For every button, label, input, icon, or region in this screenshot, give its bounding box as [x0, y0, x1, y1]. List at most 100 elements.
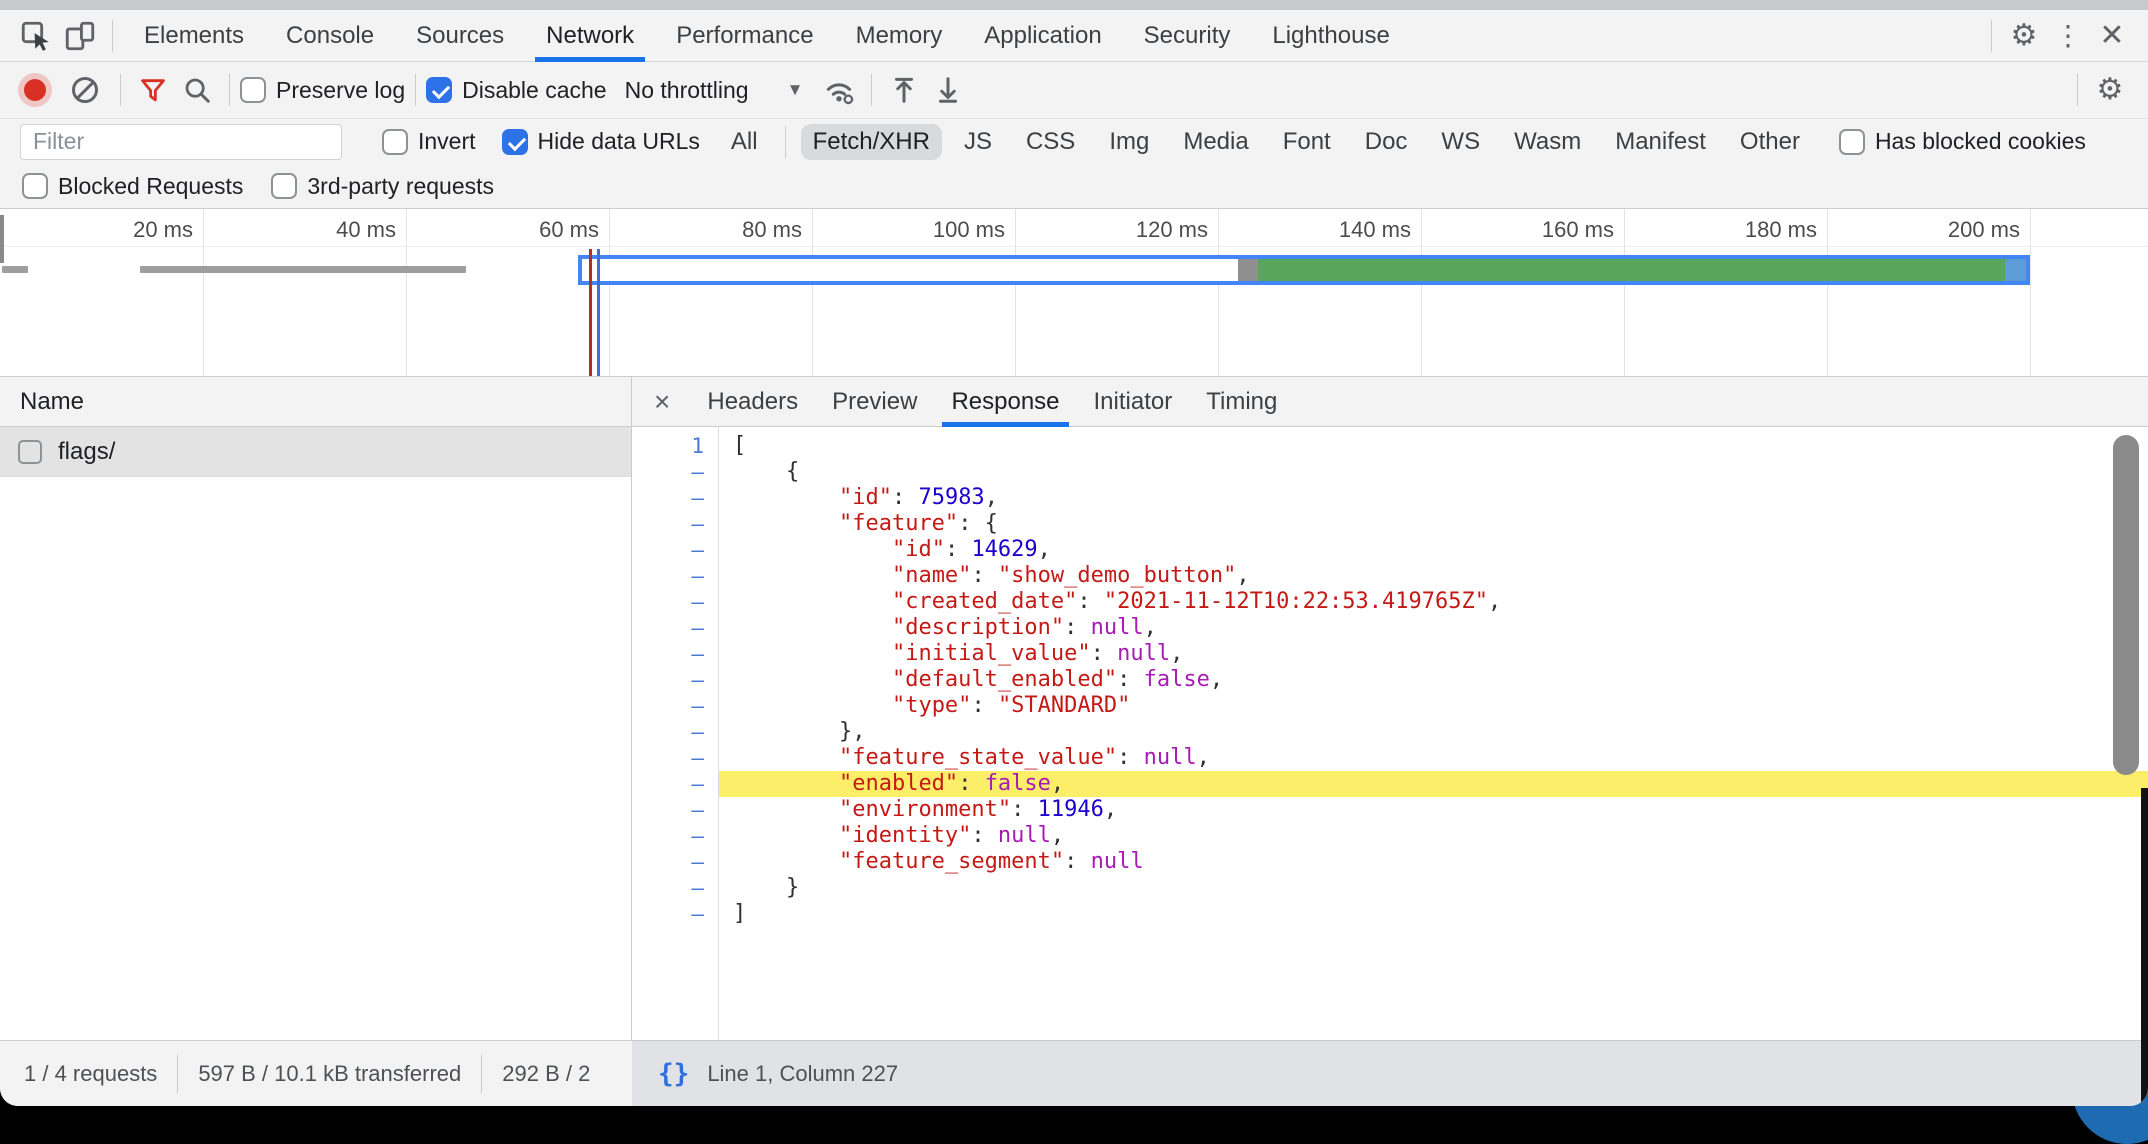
timeline-tick-label: 20 ms [43, 217, 193, 243]
line-number: – [632, 563, 718, 589]
network-settings-gear-icon[interactable]: ⚙ [2088, 68, 2132, 112]
throttling-select[interactable]: No throttling ▼ [625, 77, 804, 104]
panel-tab-performance[interactable]: Performance [655, 10, 834, 62]
waterfall-segment-waiting [582, 259, 1238, 281]
request-waterfall-bar [140, 266, 466, 273]
invert-label: Invert [418, 128, 476, 155]
settings-gear-icon[interactable]: ⚙ [2002, 14, 2046, 58]
response-line: – "id": 75983, [632, 485, 2148, 511]
network-overview-timeline[interactable]: 20 ms40 ms60 ms80 ms100 ms120 ms140 ms16… [0, 209, 2148, 377]
separator [2077, 74, 2078, 106]
preserve-log-checkbox[interactable]: Preserve log [240, 77, 405, 104]
request-waterfall-bar [2, 266, 28, 273]
request-checkbox[interactable] [18, 440, 42, 464]
checkbox [271, 173, 297, 199]
response-line: – "initial_value": null, [632, 641, 2148, 667]
devtools-window: ElementsConsoleSourcesNetworkPerformance… [0, 0, 2148, 1106]
panel-tab-lighthouse[interactable]: Lighthouse [1251, 10, 1410, 62]
separator [1991, 20, 1992, 52]
filter-type-other[interactable]: Other [1728, 124, 1812, 160]
requests-count-summary: 1 / 4 requests [24, 1061, 157, 1087]
filter-type-font[interactable]: Font [1271, 124, 1343, 160]
panel-tab-memory[interactable]: Memory [835, 10, 964, 62]
panel-tab-elements[interactable]: Elements [123, 10, 265, 62]
blocked-requests-label: Blocked Requests [58, 173, 243, 200]
line-content: "initial_value": null, [718, 641, 2148, 667]
invert-checkbox[interactable]: Invert [382, 128, 476, 155]
screen: ElementsConsoleSourcesNetworkPerformance… [0, 0, 2148, 1106]
checkbox [22, 173, 48, 199]
timeline-tick-label: 100 ms [855, 217, 1005, 243]
filter-type-wasm[interactable]: Wasm [1502, 124, 1593, 160]
panel-tab-application[interactable]: Application [963, 10, 1122, 62]
resources-summary: 292 B / 2 [502, 1061, 590, 1087]
line-content: "feature_segment": null [718, 849, 2148, 875]
import-har-icon[interactable] [882, 68, 926, 112]
third-party-requests-checkbox[interactable]: 3rd-party requests [271, 173, 494, 200]
detail-tab-headers[interactable]: Headers [690, 377, 815, 427]
pretty-print-braces-icon[interactable]: {} [658, 1059, 689, 1089]
filter-funnel-icon[interactable] [131, 68, 175, 112]
line-content: "environment": 11946, [718, 797, 2148, 823]
line-number: – [632, 849, 718, 875]
panel-tab-console[interactable]: Console [265, 10, 395, 62]
detail-tab-initiator[interactable]: Initiator [1077, 377, 1190, 427]
line-content: "id": 75983, [718, 485, 2148, 511]
detail-tab-timing[interactable]: Timing [1189, 377, 1294, 427]
timeline-tick-label: 180 ms [1667, 217, 1817, 243]
detail-tab-response[interactable]: Response [934, 377, 1076, 427]
close-detail-icon[interactable]: × [632, 386, 690, 418]
timeline-tick-label: 60 ms [449, 217, 599, 243]
request-row-flags[interactable]: flags/ [0, 427, 631, 477]
line-content: "description": null, [718, 615, 2148, 641]
line-content: "created_date": "2021-11-12T10:22:53.419… [718, 589, 2148, 615]
response-line: – "default_enabled": false, [632, 667, 2148, 693]
disable-cache-checkbox[interactable]: Disable cache [426, 77, 606, 104]
panel-tab-sources[interactable]: Sources [395, 10, 525, 62]
line-number: – [632, 797, 718, 823]
detail-tab-preview[interactable]: Preview [815, 377, 934, 427]
response-line: – } [632, 875, 2148, 901]
blocked-requests-checkbox[interactable]: Blocked Requests [22, 173, 243, 200]
hide-data-urls-checkbox[interactable]: Hide data URLs [502, 128, 700, 155]
filter-type-fetch-xhr[interactable]: Fetch/XHR [801, 124, 942, 160]
has-blocked-cookies-checkbox[interactable]: Has blocked cookies [1839, 128, 2086, 155]
response-line: –] [632, 901, 2148, 927]
export-har-icon[interactable] [926, 68, 970, 112]
filter-type-ws[interactable]: WS [1429, 124, 1492, 160]
line-number: – [632, 693, 718, 719]
name-column-header[interactable]: Name [0, 377, 631, 427]
line-content: } [718, 875, 2148, 901]
filter-type-js[interactable]: JS [952, 124, 1004, 160]
device-toolbar-icon[interactable] [58, 14, 102, 58]
panel-tab-network[interactable]: Network [525, 10, 655, 62]
vertical-scrollbar-thumb[interactable] [2113, 435, 2139, 775]
waterfall-segment-finish [2005, 259, 2026, 281]
more-options-kebab-icon[interactable]: ⋮ [2046, 14, 2090, 58]
checkbox [426, 77, 452, 103]
network-filter-bar: Invert Hide data URLs All Fetch/XHR JS CSS I… [0, 119, 2148, 164]
timeline-edge-bar [0, 215, 4, 263]
waterfall-segment-download [1258, 259, 2005, 281]
line-number: 1 [632, 433, 718, 459]
line-content: ] [718, 901, 2148, 927]
filter-type-manifest[interactable]: Manifest [1603, 124, 1718, 160]
response-line: – "id": 14629, [632, 537, 2148, 563]
record-network-log-button[interactable] [24, 79, 46, 101]
close-devtools-icon[interactable]: ✕ [2090, 14, 2134, 58]
filter-type-img[interactable]: Img [1097, 124, 1161, 160]
filter-type-all[interactable]: All [719, 124, 770, 160]
line-number: – [632, 537, 718, 563]
filter-input[interactable] [20, 124, 342, 160]
network-conditions-wifi-icon[interactable] [817, 68, 861, 112]
request-detail-pane: × HeadersPreviewResponseInitiatorTiming … [632, 377, 2148, 1040]
filter-type-doc[interactable]: Doc [1353, 124, 1420, 160]
response-body-viewer[interactable]: 1[– {– "id": 75983,– "feature": {– "id":… [632, 427, 2148, 1040]
clear-network-log-icon[interactable] [72, 77, 98, 103]
filter-type-media[interactable]: Media [1171, 124, 1260, 160]
filter-type-css[interactable]: CSS [1014, 124, 1087, 160]
inspect-element-icon[interactable] [14, 14, 58, 58]
requests-list-pane: Name flags/ [0, 377, 632, 1040]
search-icon[interactable] [175, 68, 219, 112]
panel-tab-security[interactable]: Security [1123, 10, 1252, 62]
